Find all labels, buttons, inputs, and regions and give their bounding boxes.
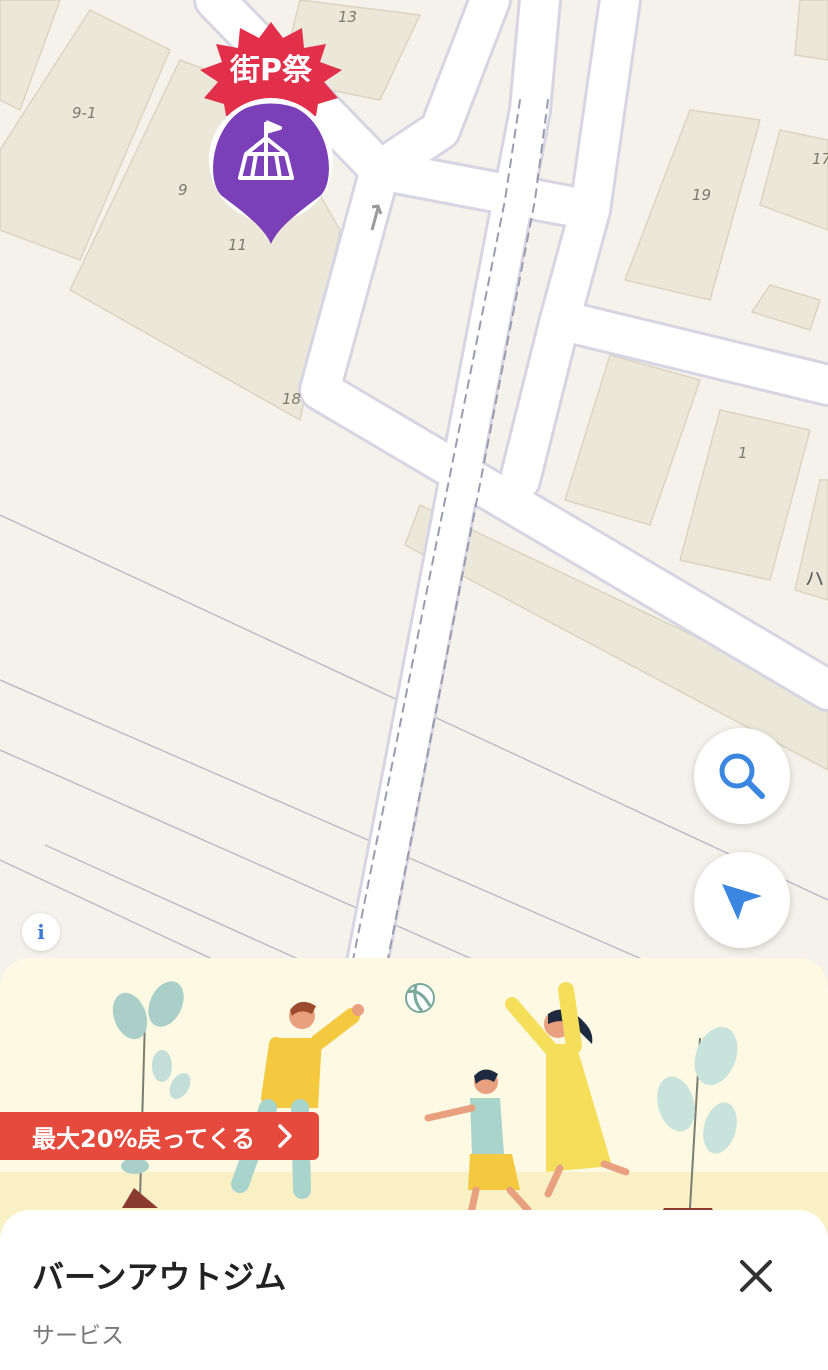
pin-badge-text: 街P祭 [229,53,313,88]
info-icon: i [37,920,45,944]
promo-banner[interactable] [0,958,828,1238]
woman-figure [505,982,630,1198]
place-category: サービス [32,1323,124,1349]
block-label: 17 [812,150,828,168]
block-label: 19 [692,186,711,204]
man-figure [231,1001,364,1199]
search-icon [719,753,765,799]
close-button[interactable] [732,1252,780,1300]
block-label: 1 [738,444,748,462]
block-label: 9-1 [72,104,97,122]
search-button[interactable] [694,728,790,824]
place-name: バーンアウトジム [32,1258,287,1296]
map-pin-festival[interactable]: 街P祭 [186,18,356,248]
map-view[interactable]: 13 9-1 9 11 18 19 17 1 ハ [0,0,828,1000]
place-detail-sheet[interactable]: バーンアウトジム サービス [0,1210,828,1370]
chevron-right-icon [278,1124,292,1148]
volleyball [405,983,435,1013]
block-label: ハ [805,568,824,590]
close-icon [740,1260,772,1292]
map-info-button[interactable]: i [22,913,60,951]
navigation-arrow-icon [722,884,762,920]
family-playing-ball-illustration [0,981,828,1238]
promo-text: 最大20%戻ってくる [32,1124,256,1153]
current-location-button[interactable] [694,852,790,948]
block-label: 18 [282,390,301,408]
cashback-promo-tag[interactable]: 最大20%戻ってくる [0,1112,320,1160]
